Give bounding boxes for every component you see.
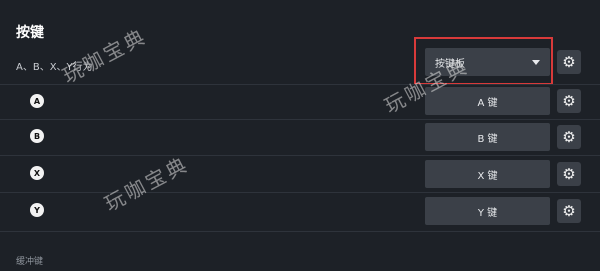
behavior-label: A、B、X、Y行为: [16, 62, 93, 73]
b-button-badge: B: [30, 129, 44, 143]
divider: [0, 119, 600, 120]
watermark: 玩咖宝典: [58, 23, 151, 89]
x-button-badge: X: [30, 166, 44, 180]
divider: [0, 231, 600, 232]
divider: [0, 192, 600, 193]
gear-icon: ⚙: [562, 202, 576, 220]
page-title: 按键: [16, 25, 44, 41]
a-key-button[interactable]: A 键: [425, 87, 550, 115]
behavior-settings-button[interactable]: ⚙: [557, 50, 581, 74]
y-key-button[interactable]: Y 键: [425, 197, 550, 225]
divider: [0, 84, 600, 85]
gear-icon: ⚙: [562, 92, 576, 110]
a-button-badge: A: [30, 94, 44, 108]
buffer-section-label: 缓冲键: [16, 257, 44, 267]
divider: [0, 155, 600, 156]
b-key-button[interactable]: B 键: [425, 123, 550, 151]
gear-icon: ⚙: [562, 53, 576, 71]
highlight-box: [414, 37, 553, 85]
gear-icon: ⚙: [562, 128, 576, 146]
y-settings-button[interactable]: ⚙: [557, 199, 581, 223]
x-settings-button[interactable]: ⚙: [557, 162, 581, 186]
y-button-badge: Y: [30, 203, 44, 217]
a-settings-button[interactable]: ⚙: [557, 89, 581, 113]
b-settings-button[interactable]: ⚙: [557, 125, 581, 149]
watermark: 玩咖宝典: [100, 151, 193, 217]
x-key-button[interactable]: X 键: [425, 160, 550, 188]
gear-icon: ⚙: [562, 165, 576, 183]
